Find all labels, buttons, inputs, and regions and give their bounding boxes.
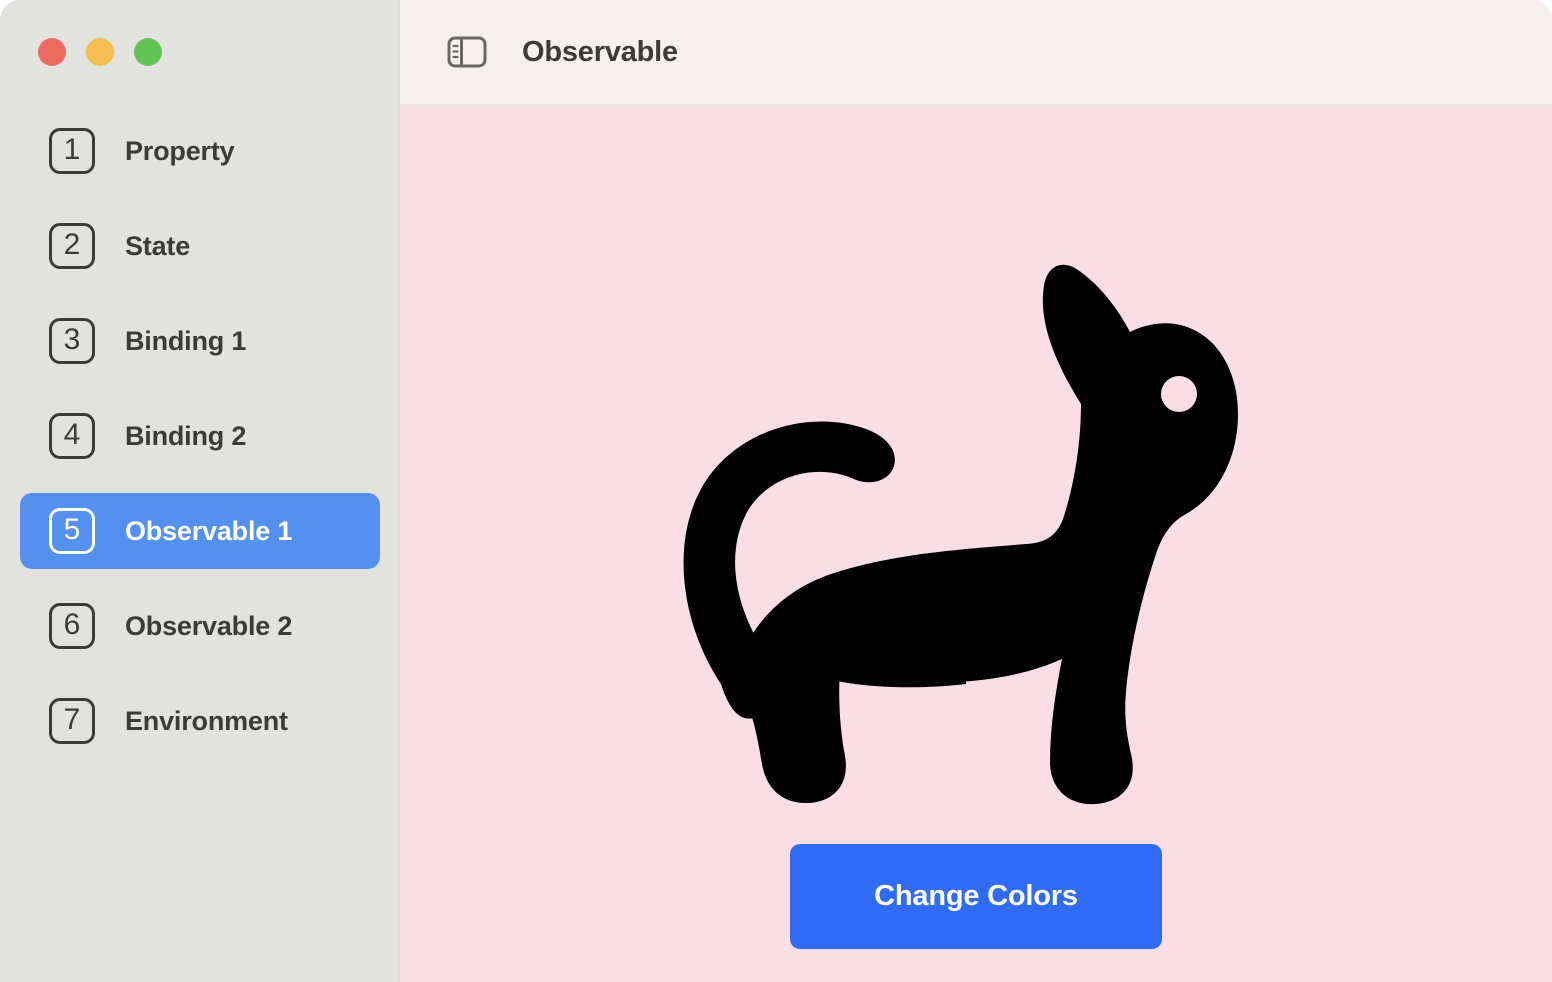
sidebar-item-number-badge: 2 [49, 223, 95, 269]
content-pane: Change Colors [400, 105, 1552, 982]
sidebar-item-number-badge: 5 [49, 508, 95, 554]
sidebar-item-observable-2[interactable]: 6 Observable 2 [20, 588, 380, 664]
sidebar-item-number-badge: 3 [49, 318, 95, 364]
sidebar-item-environment[interactable]: 7 Environment [20, 683, 380, 759]
sidebar-item-label: Binding 1 [125, 325, 247, 356]
sidebar-item-binding-2[interactable]: 4 Binding 2 [20, 398, 380, 474]
page-title: Observable [522, 35, 678, 68]
sidebar-item-number-badge: 1 [49, 128, 95, 174]
sidebar-item-binding-1[interactable]: 3 Binding 1 [20, 303, 380, 379]
sidebar-item-label: State [125, 230, 191, 261]
cat-haunch [745, 557, 966, 687]
cat-eye [1161, 375, 1197, 412]
minimize-window-button[interactable] [86, 38, 114, 66]
sidebar-item-label: Observable 2 [125, 610, 293, 641]
toolbar: Observable [400, 0, 1552, 105]
sidebar: 1 Property 2 State 3 Binding 1 4 Binding… [0, 0, 400, 982]
cat-tail [683, 421, 895, 719]
main-area: Observable Change Colors [400, 0, 1552, 982]
sidebar-item-label: Binding 2 [125, 420, 247, 451]
close-window-button[interactable] [38, 38, 66, 66]
sidebar-item-label: Environment [125, 705, 288, 736]
sidebar-item-label: Property [125, 135, 235, 166]
sidebar-list: 1 Property 2 State 3 Binding 1 4 Binding… [0, 113, 400, 778]
traffic-light-controls [38, 38, 162, 66]
sidebar-item-number-badge: 6 [49, 603, 95, 649]
sidebar-item-label: Observable 1 [125, 515, 293, 546]
sidebar-item-number-badge: 7 [49, 698, 95, 744]
cat-silhouette-group [683, 264, 1238, 804]
sidebar-item-observable-1[interactable]: 5 Observable 1 [20, 493, 380, 569]
sidebar-toggle-icon[interactable] [445, 34, 489, 70]
maximize-window-button[interactable] [134, 38, 162, 66]
change-colors-button[interactable]: Change Colors [790, 844, 1162, 949]
app-window: 1 Property 2 State 3 Binding 1 4 Binding… [0, 0, 1552, 982]
sidebar-item-state[interactable]: 2 State [20, 208, 380, 284]
sidebar-item-property[interactable]: 1 Property [20, 113, 380, 189]
sidebar-item-number-badge: 4 [49, 413, 95, 459]
cat-body [734, 264, 1238, 804]
